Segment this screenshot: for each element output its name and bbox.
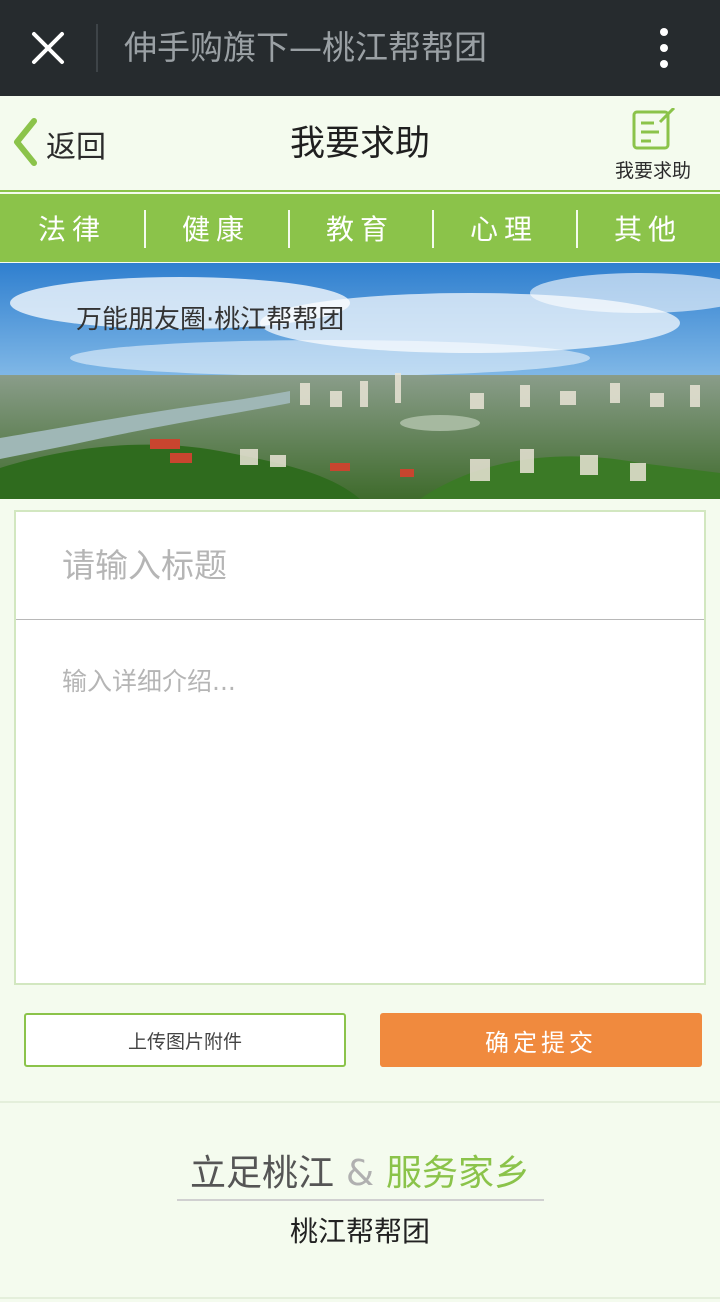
footer-divider-bottom [0,1297,720,1299]
more-vertical-icon[interactable] [640,24,688,72]
tab-education[interactable]: 教育 [288,194,432,262]
submit-button[interactable]: 确定提交 [380,1013,702,1067]
nav-bar: 返回 我要求助 我要求助 [0,96,720,192]
title-separator [96,24,98,72]
help-request-form [14,510,706,985]
ask-help-label: 我要求助 [614,160,691,182]
slogan-right: 服务家乡 [386,1153,531,1194]
detail-textarea[interactable] [16,622,704,983]
city-banner: 万能朋友圈·桃江帮帮团 [0,263,720,499]
window-title: 伸手购旗下—桃江帮帮团 [124,28,487,67]
slogan-ampersand: & [345,1153,375,1194]
ask-help-button[interactable]: 我要求助 [604,106,702,184]
slogan-left: 立足桃江 [189,1153,334,1194]
slogan-underline [177,1199,544,1201]
footer-divider-top [0,1101,720,1103]
app-title-bar: 伸手购旗下—桃江帮帮团 [0,0,720,96]
category-tabs: 法律 健康 教育 心理 其他 [0,194,720,262]
tab-health[interactable]: 健康 [144,194,288,262]
footer-slogan: 立足桃江 & 服务家乡 [0,1150,720,1198]
tab-law[interactable]: 法律 [0,194,144,262]
tab-other[interactable]: 其他 [576,194,720,262]
upload-image-button[interactable]: 上传图片附件 [24,1013,346,1067]
title-input[interactable] [16,512,704,620]
banner-caption: 万能朋友圈·桃江帮帮团 [76,305,345,335]
close-icon[interactable] [24,24,72,72]
tab-psychology[interactable]: 心理 [432,194,576,262]
org-name: 桃江帮帮团 [289,1215,430,1248]
